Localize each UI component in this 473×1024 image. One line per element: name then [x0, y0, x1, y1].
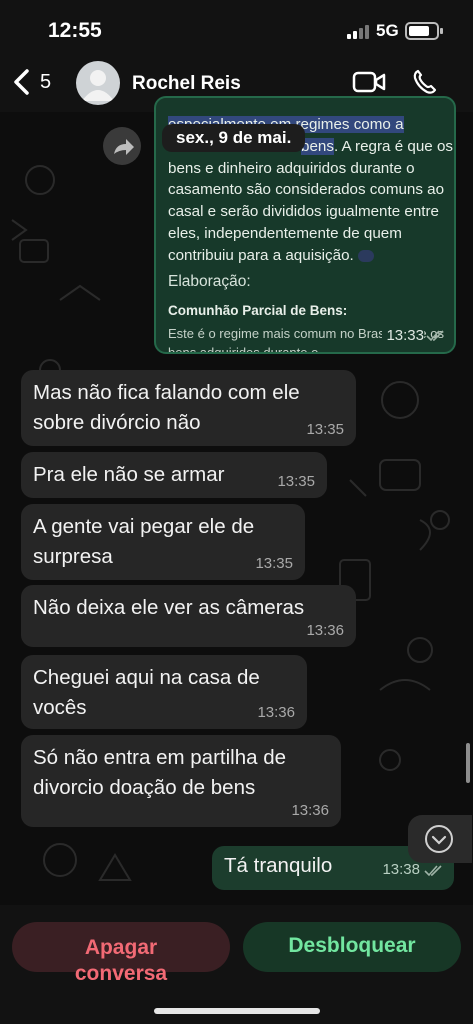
- delete-conversation-button[interactable]: Apagar conversa: [12, 922, 230, 985]
- regime-title: Comunhão Parcial de Bens:: [168, 303, 348, 318]
- read-ticks-icon: [426, 330, 444, 342]
- message-time: 13:38: [382, 861, 420, 878]
- message-bubble[interactable]: Cheguei aqui na casa de vocês 13:36: [21, 655, 307, 729]
- read-ticks-icon: [424, 865, 442, 877]
- back-button[interactable]: 5: [10, 68, 51, 96]
- delete-conversation-label: Apagar conversa: [74, 936, 168, 985]
- chevron-left-icon: [14, 69, 29, 95]
- message-text: A gente vai pegar ele de surpresa: [33, 515, 255, 568]
- message-text: Pra ele não se armar: [33, 463, 225, 486]
- message-time: 13:36: [306, 622, 344, 639]
- message-bubble[interactable]: Mas não fica falando com ele sobre divór…: [21, 370, 356, 446]
- message-bubble[interactable]: Só não entra em partilha de divorcio doa…: [21, 735, 341, 827]
- status-time: 12:55: [48, 19, 102, 42]
- phone-icon[interactable]: [412, 68, 440, 96]
- unblock-button[interactable]: Desbloquear: [243, 922, 461, 972]
- message-bubble[interactable]: A gente vai pegar ele de surpresa 13:35: [21, 504, 305, 580]
- contact-name[interactable]: Rochel Reis: [132, 73, 241, 95]
- message-text: Mas não fica falando com ele sobre divór…: [33, 381, 300, 434]
- unblock-label: Desbloquear: [288, 934, 416, 957]
- message-text: Cheguei aqui na casa de vocês: [33, 666, 260, 719]
- message-text: Tá tranquilo: [224, 854, 333, 877]
- person-icon: [82, 70, 114, 101]
- chevron-down-icon: [425, 825, 453, 853]
- highlighted-text-2: bens: [301, 137, 334, 155]
- scrollbar[interactable]: [466, 743, 470, 783]
- video-call-icon[interactable]: [352, 70, 386, 94]
- signal-icon: [347, 25, 369, 39]
- message-text: Não deixa ele ver as câmeras: [33, 596, 305, 619]
- share-arrow-icon: [114, 139, 134, 155]
- message-bubble[interactable]: Pra ele não se armar 13:35: [21, 452, 327, 498]
- bottom-action-bar: Apagar conversa Desbloquear: [0, 905, 473, 1024]
- message-time: 13:35: [306, 421, 344, 438]
- scroll-to-bottom-button[interactable]: [408, 815, 472, 863]
- text-fragment: . A regra é: [333, 137, 404, 155]
- forward-button[interactable]: [103, 127, 141, 165]
- battery-icon: [405, 22, 443, 40]
- message-time: 13:35: [277, 473, 315, 490]
- network-label: 5G: [376, 21, 399, 40]
- text-body: que os bens e dinheiro adquiridos durant…: [168, 137, 454, 264]
- unread-count: 5: [40, 70, 52, 93]
- message-time: 13:35: [255, 555, 293, 572]
- message-time: 13:36: [291, 802, 329, 819]
- status-bar: 12:55 5G: [0, 0, 473, 56]
- elaboration-label: Elaboração:: [168, 273, 251, 290]
- message-bubble[interactable]: Não deixa ele ver as câmeras 13:36: [21, 585, 356, 647]
- home-indicator[interactable]: [154, 1008, 320, 1014]
- message-time: 13:33: [382, 327, 424, 344]
- avatar[interactable]: [76, 61, 120, 105]
- message-text: Só não entra em partilha de divorcio doa…: [33, 746, 286, 799]
- message-time: 13:36: [257, 704, 295, 721]
- date-separator: sex., 9 de mai.: [162, 124, 306, 152]
- link-icon[interactable]: [357, 249, 374, 262]
